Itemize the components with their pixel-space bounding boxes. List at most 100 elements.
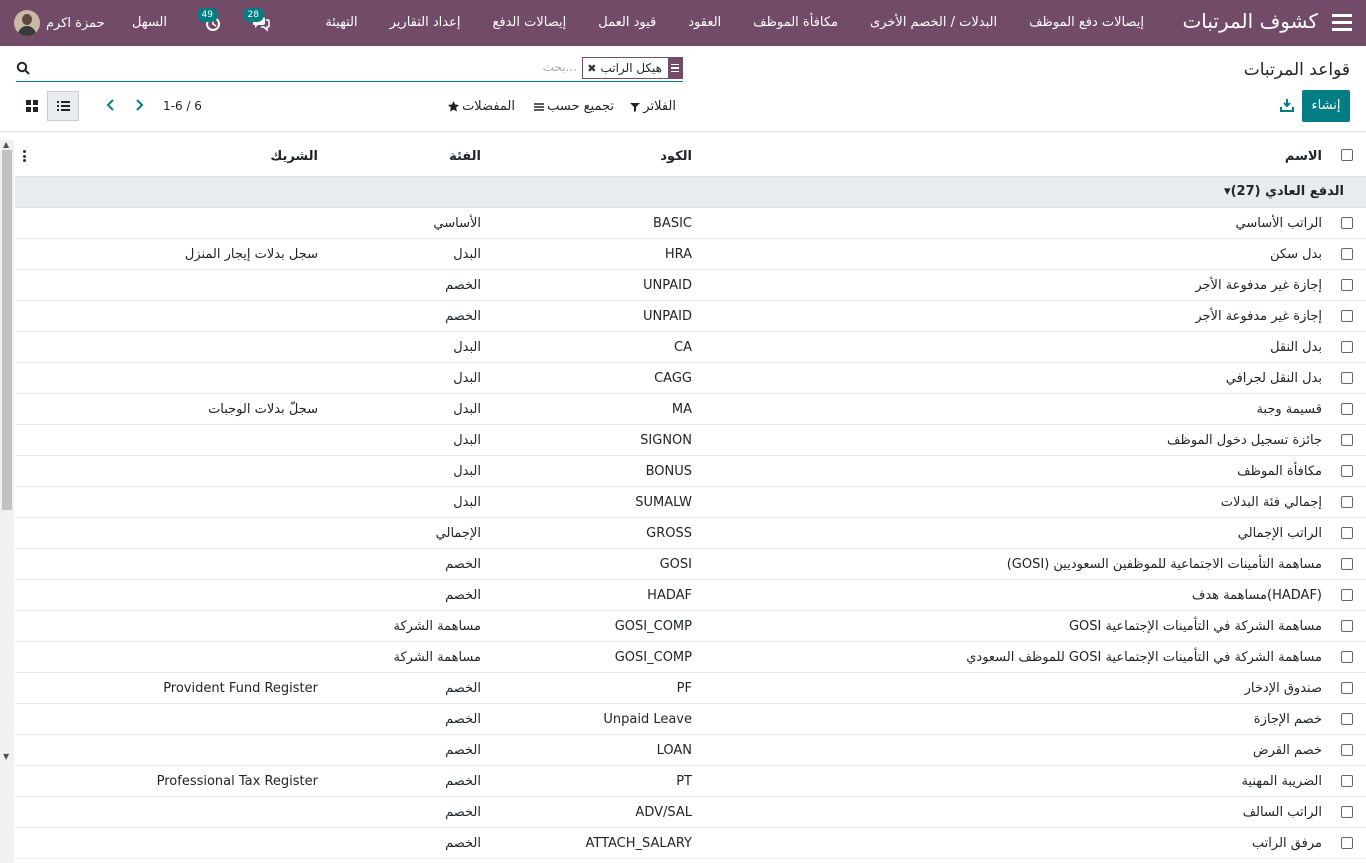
row-checkbox[interactable] xyxy=(1341,248,1353,260)
row-checkbox[interactable] xyxy=(1341,837,1353,849)
search-input[interactable]: بحث... xyxy=(543,60,577,74)
row-checkbox[interactable] xyxy=(1341,806,1353,818)
search-icon[interactable] xyxy=(16,61,30,75)
row-checkbox[interactable] xyxy=(1341,310,1353,322)
app-menu-icon[interactable] xyxy=(1332,14,1352,32)
scroll-down-icon[interactable]: ▼ xyxy=(3,752,9,761)
list-view-button[interactable] xyxy=(47,91,79,121)
row-checkbox[interactable] xyxy=(1341,279,1353,291)
nav-item-other-allowances[interactable]: البدلات / الخصم الأخرى xyxy=(854,0,1013,46)
row-checkbox[interactable] xyxy=(1341,496,1353,508)
row-checkbox[interactable] xyxy=(1341,620,1353,632)
user-menu[interactable]: حمزة اكرم xyxy=(14,10,105,36)
row-checkbox[interactable] xyxy=(1341,713,1353,725)
group-by-button[interactable]: تجميع حسب xyxy=(534,99,614,114)
nav-item-configuration[interactable]: التهيئة xyxy=(309,0,373,46)
table-row[interactable]: GOSI مساهمة الشركة في التأمينات الإجتماع… xyxy=(15,611,1366,642)
list-icon xyxy=(57,101,70,111)
nav-item-contracts[interactable]: العقود xyxy=(672,0,737,46)
column-header-name[interactable]: الاسم xyxy=(1285,149,1322,164)
cell-category: الخصم xyxy=(445,805,481,820)
row-checkbox[interactable] xyxy=(1341,341,1353,353)
cell-name: بدل سكن xyxy=(1270,247,1322,262)
scrollbar[interactable]: ▲ ▼ xyxy=(0,140,14,863)
filters-button[interactable]: الفلاتر xyxy=(630,99,676,114)
row-checkbox[interactable] xyxy=(1341,558,1353,570)
close-icon[interactable]: ✖ xyxy=(583,62,596,75)
row-checkbox[interactable] xyxy=(1341,682,1353,694)
company-switcher[interactable]: السهل xyxy=(132,15,167,30)
salary-rules-table: الاسم الكود الفئة الشريك ▾الدفع العادي (… xyxy=(15,138,1366,859)
table-row[interactable]: خصم الإجازة Unpaid Leave الخصم xyxy=(15,704,1366,735)
nav-menu: إيصالات دفع الموظف البدلات / الخصم الأخر… xyxy=(309,0,1160,46)
table-row[interactable]: إجمالي فئة البدلات SUMALW البدل xyxy=(15,487,1366,518)
cell-name: بدل النقل xyxy=(1270,340,1322,355)
row-checkbox[interactable] xyxy=(1341,465,1353,477)
table-row[interactable]: جائزة تسجيل دخول الموظف SIGNON البدل xyxy=(15,425,1366,456)
chevron-left-icon[interactable] xyxy=(104,98,118,112)
scrollbar-thumb[interactable] xyxy=(2,150,12,510)
row-checkbox[interactable] xyxy=(1341,589,1353,601)
column-options-icon[interactable] xyxy=(23,150,26,162)
favorites-button[interactable]: المفضلات xyxy=(448,99,515,114)
chevron-right-icon[interactable] xyxy=(132,98,146,112)
cell-code: BASIC xyxy=(653,216,692,231)
create-button[interactable]: إنشاء xyxy=(1302,90,1350,122)
table-row[interactable]: صندوق الإدخار PF الخصم Provident Fund Regis… xyxy=(15,673,1366,704)
row-checkbox[interactable] xyxy=(1341,744,1353,756)
cell-name: (GOSI) مساهمة التأمينات الاجتماعية للموظ… xyxy=(1006,557,1322,572)
group-row-regular-pay[interactable]: ▾الدفع العادي (27) xyxy=(15,177,1366,208)
row-checkbox[interactable] xyxy=(1341,651,1353,663)
cell-name: الضريبة المهنية xyxy=(1241,774,1322,789)
download-icon[interactable] xyxy=(1280,98,1294,112)
table-row[interactable]: (GOSI) مساهمة التأمينات الاجتماعية للموظ… xyxy=(15,549,1366,580)
bars-icon xyxy=(534,102,545,111)
column-header-partner[interactable]: الشريك xyxy=(270,149,318,164)
top-navbar: كشوف المرتبات إيصالات دفع الموظف البدلات… xyxy=(0,0,1366,46)
nav-item-work-entries[interactable]: قيود العمل xyxy=(582,0,672,46)
messages-icon[interactable]: 28 xyxy=(242,8,270,32)
cell-name: الراتب الإجمالي xyxy=(1237,526,1322,541)
group-label: ▾الدفع العادي (27) xyxy=(1224,184,1344,199)
row-checkbox[interactable] xyxy=(1341,372,1353,384)
table-row[interactable]: بدل النقل لجرافي CAGG البدل xyxy=(15,363,1366,394)
column-header-category[interactable]: الفئة xyxy=(449,149,481,164)
nav-item-employee-bonus[interactable]: مكافأة الموظف xyxy=(737,0,854,46)
table-row[interactable]: قسيمة وجبة MA البدل سجلّ بدلات الوجبات xyxy=(15,394,1366,425)
table-row[interactable]: الراتب الأساسي BASIC الأساسي xyxy=(15,208,1366,239)
search-facet-salary-structure[interactable]: هيكل الراتب ✖ xyxy=(582,57,683,79)
table-row[interactable]: إجازة غير مدفوعة الأجر UNPAID الخصم xyxy=(15,301,1366,332)
table-row[interactable]: للموظف السعودي GOSI مساهمة الشركة في الت… xyxy=(15,642,1366,673)
table-row[interactable]: الراتب الإجمالي GROSS الإجمالي xyxy=(15,518,1366,549)
nav-item-payslips[interactable]: إيصالات الدفع xyxy=(476,0,582,46)
nav-item-employee-payslips[interactable]: إيصالات دفع الموظف xyxy=(1013,0,1160,46)
cell-code: UNPAID xyxy=(643,278,692,293)
table-row[interactable]: بدل النقل CA البدل xyxy=(15,332,1366,363)
table-row[interactable]: بدل سكن HRA البدل سجل بدلات إيجار المنزل xyxy=(15,239,1366,270)
table-row[interactable]: مساهمة هدف(HADAF) HADAF الخصم xyxy=(15,580,1366,611)
table-row[interactable]: مكافأة الموظف BONUS البدل xyxy=(15,456,1366,487)
cell-category: البدل xyxy=(453,371,481,386)
cell-code: HADAF xyxy=(647,588,692,603)
table-row[interactable]: مرفق الراتب ATTACH_SALARY الخصم xyxy=(15,828,1366,859)
row-checkbox[interactable] xyxy=(1341,527,1353,539)
pager-value[interactable]: 1-6 / 6 xyxy=(163,99,202,113)
table-row[interactable]: خصم القرض LOAN الخصم xyxy=(15,735,1366,766)
scroll-up-icon[interactable]: ▲ xyxy=(3,140,9,149)
table-row[interactable]: الضريبة المهنية PT الخصم Professional Tax R… xyxy=(15,766,1366,797)
row-checkbox[interactable] xyxy=(1341,403,1353,415)
column-header-code[interactable]: الكود xyxy=(660,149,692,164)
row-checkbox[interactable] xyxy=(1341,217,1353,229)
row-checkbox[interactable] xyxy=(1341,775,1353,787)
nav-item-reporting[interactable]: إعداد التقارير xyxy=(374,0,477,46)
table-row[interactable]: الراتب السالف ADV/SAL الخصم xyxy=(15,797,1366,828)
cell-name: مرفق الراتب xyxy=(1251,836,1322,851)
app-brand[interactable]: كشوف المرتبات xyxy=(1182,9,1318,33)
kanban-view-button[interactable] xyxy=(16,91,48,121)
cell-name: الراتب الأساسي xyxy=(1235,216,1322,231)
activities-icon[interactable]: 49 xyxy=(196,8,222,32)
cell-code: HRA xyxy=(664,247,692,262)
row-checkbox[interactable] xyxy=(1341,434,1353,446)
select-all-checkbox[interactable] xyxy=(1341,149,1353,161)
table-row[interactable]: إجازة غير مدفوعة الأجر UNPAID الخصم xyxy=(15,270,1366,301)
